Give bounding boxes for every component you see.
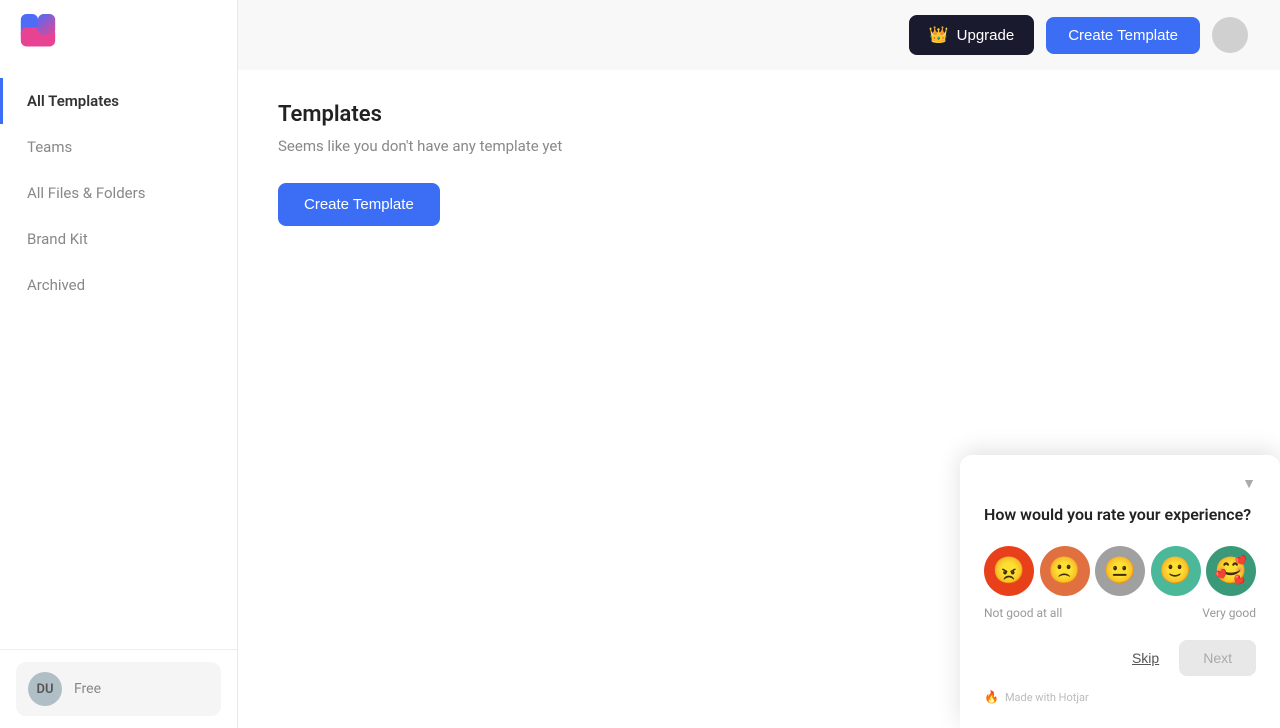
emoji-sad[interactable]: 🙁 [1040,546,1090,596]
rating-actions: Skip Next [984,640,1256,676]
page-title: Templates [278,102,1240,127]
user-avatar: DU [28,672,62,706]
crown-icon: 👑 [929,25,949,45]
upgrade-button[interactable]: 👑 Upgrade [909,15,1034,55]
hotjar-credit: 🔥 Made with Hotjar [984,690,1256,704]
page-subtitle: Seems like you don't have any template y… [278,137,1240,155]
rating-caret: ▼ [984,475,1256,492]
rating-widget: ▼ How would you rate your experience? 😠 … [960,455,1280,728]
rating-label-left: Not good at all [984,606,1062,620]
sidebar-nav: All Templates Teams All Files & Folders … [0,70,237,649]
emoji-angry[interactable]: 😠 [984,546,1034,596]
user-card[interactable]: DU Free [16,662,221,716]
app-logo [20,14,56,56]
rating-label-right: Very good [1202,606,1256,620]
main-area: 👑 Upgrade Create Template Templates Seem… [238,0,1280,728]
user-plan: Free [74,681,101,697]
emoji-neutral[interactable]: 😐 [1095,546,1145,596]
create-template-button-top[interactable]: Create Template [1046,17,1200,54]
rating-question: How would you rate your experience? [984,504,1256,526]
profile-avatar[interactable] [1212,17,1248,53]
sidebar-item-all-templates[interactable]: All Templates [0,78,237,124]
sidebar-item-archived[interactable]: Archived [0,262,237,308]
logo-area [0,0,237,70]
skip-button[interactable]: Skip [1132,650,1159,666]
sidebar-item-all-files-folders[interactable]: All Files & Folders [0,170,237,216]
sidebar: All Templates Teams All Files & Folders … [0,0,238,728]
sidebar-item-brand-kit[interactable]: Brand Kit [0,216,237,262]
emoji-row: 😠 🙁 😐 🙂 🥰 [984,546,1256,596]
create-template-button-main[interactable]: Create Template [278,183,440,226]
hotjar-logo-icon: 🔥 [984,690,999,704]
emoji-good[interactable]: 🙂 [1151,546,1201,596]
emoji-great[interactable]: 🥰 [1206,546,1256,596]
topbar: 👑 Upgrade Create Template [238,0,1280,70]
rating-labels: Not good at all Very good [984,606,1256,620]
sidebar-item-teams[interactable]: Teams [0,124,237,170]
sidebar-footer: DU Free [0,649,237,728]
next-button[interactable]: Next [1179,640,1256,676]
